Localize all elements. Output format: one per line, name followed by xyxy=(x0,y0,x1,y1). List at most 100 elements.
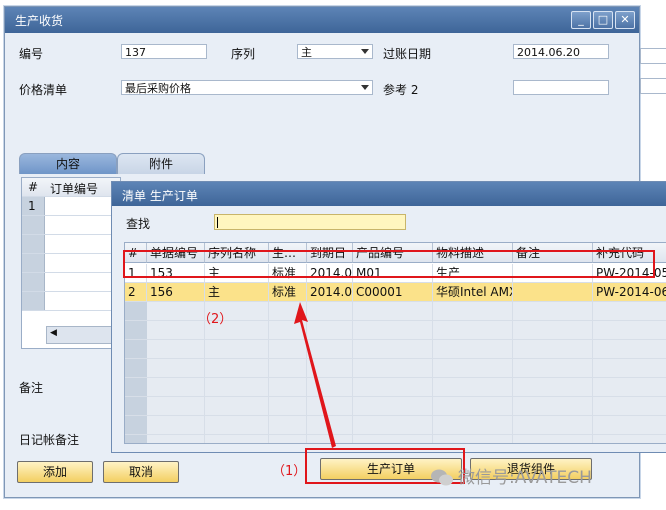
table-row[interactable] xyxy=(22,235,120,254)
posting-date-field[interactable]: 2014.06.20 xyxy=(513,44,609,59)
cell-product: C00001 xyxy=(353,283,433,301)
empty-cell xyxy=(433,359,513,377)
watermark-text: 微信号:AVATECH xyxy=(458,468,592,488)
window-title-bar: 生产收货 _ □ ✕ xyxy=(5,7,639,33)
empty-cell xyxy=(125,397,148,415)
row-number: 1 xyxy=(28,199,36,213)
table-row-selected[interactable]: 2 156 主 标准 2014.0( C00001 华硕Intel AMX PW… xyxy=(125,283,666,302)
table-row[interactable] xyxy=(22,292,120,311)
cell-num: 2 xyxy=(125,283,147,301)
empty-cell xyxy=(593,302,666,320)
cell-status: 标准 xyxy=(269,283,307,301)
dialog-title-bar: 清单 生产订单 xyxy=(112,182,666,206)
dialog-title: 清单 生产订单 xyxy=(122,189,198,203)
cell-doc: 156 xyxy=(147,283,205,301)
table-row[interactable] xyxy=(125,435,666,443)
empty-cell xyxy=(353,416,433,434)
series-dropdown[interactable]: 主 xyxy=(297,44,373,59)
side-field[interactable] xyxy=(640,78,666,94)
empty-cell xyxy=(147,435,205,443)
items-grid: # 订单编号 1 ◀ xyxy=(21,177,121,349)
grid-header: # 订单编号 xyxy=(22,178,120,197)
close-icon[interactable]: ✕ xyxy=(615,11,635,29)
arrow-icon xyxy=(294,302,336,448)
empty-cell xyxy=(513,340,593,358)
empty-cell xyxy=(353,340,433,358)
production-order-list-dialog: 清单 生产订单 查找 # 单据编号 序列名称 生… 到期日 产品编号 物料描述 … xyxy=(111,181,666,453)
search-input[interactable] xyxy=(214,214,406,230)
empty-cell xyxy=(353,359,433,377)
empty-cell xyxy=(125,302,148,320)
number-field[interactable]: 137 xyxy=(121,44,207,59)
empty-cell xyxy=(593,340,666,358)
cell-series: 主 xyxy=(205,283,269,301)
empty-cell xyxy=(593,397,666,415)
empty-cell xyxy=(433,397,513,415)
empty-cell xyxy=(513,397,593,415)
empty-cell xyxy=(205,435,269,443)
tab-attachments[interactable]: 附件 xyxy=(117,153,205,174)
price-list-value: 最后采购价格 xyxy=(125,82,191,95)
number-label: 编号 xyxy=(19,47,44,61)
grid-header-order-no: 订单编号 xyxy=(50,182,99,196)
tab-contents[interactable]: 内容 xyxy=(19,153,117,174)
search-label: 查找 xyxy=(126,217,151,231)
empty-cell xyxy=(125,378,148,396)
empty-cell xyxy=(433,435,513,443)
table-row[interactable]: 1 xyxy=(22,197,120,216)
chevron-down-icon xyxy=(361,85,369,90)
minimize-icon[interactable]: _ xyxy=(571,11,591,29)
empty-cell xyxy=(147,321,205,339)
table-row[interactable] xyxy=(22,254,120,273)
empty-cell xyxy=(513,359,593,377)
chevron-down-icon xyxy=(361,49,369,54)
empty-cell xyxy=(205,397,269,415)
add-button[interactable]: 添加 xyxy=(17,461,93,483)
empty-cell xyxy=(593,416,666,434)
table-row[interactable] xyxy=(125,378,666,397)
maximize-icon[interactable]: □ xyxy=(593,11,613,29)
empty-cell xyxy=(147,416,205,434)
empty-cell xyxy=(125,435,148,443)
empty-cell xyxy=(353,302,433,320)
empty-cell xyxy=(125,321,148,339)
series-value: 主 xyxy=(301,46,312,59)
table-row[interactable] xyxy=(125,340,666,359)
empty-cell xyxy=(593,321,666,339)
horizontal-scrollbar[interactable]: ◀ xyxy=(46,326,118,344)
cell-remark xyxy=(513,283,593,301)
empty-cell xyxy=(353,321,433,339)
side-field[interactable] xyxy=(640,48,666,64)
grid-header-rownum: # xyxy=(28,180,39,194)
price-list-dropdown[interactable]: 最后采购价格 xyxy=(121,80,373,95)
remarks-label: 备注 xyxy=(19,381,44,395)
empty-cell xyxy=(147,302,205,320)
empty-cell xyxy=(513,302,593,320)
empty-cell xyxy=(433,321,513,339)
empty-cell xyxy=(353,397,433,415)
cell-code: PW-2014-06- xyxy=(593,283,666,301)
wechat-icon xyxy=(431,469,453,486)
table-row[interactable] xyxy=(125,416,666,435)
annotation-label-2: （2） xyxy=(198,312,233,327)
window-title: 生产收货 xyxy=(15,14,64,28)
table-row[interactable] xyxy=(22,273,120,292)
ref2-field[interactable] xyxy=(513,80,609,95)
text-caret xyxy=(217,217,218,228)
empty-cell xyxy=(593,359,666,377)
empty-cell xyxy=(513,416,593,434)
scroll-left-icon[interactable]: ◀ xyxy=(50,328,57,338)
series-label: 序列 xyxy=(231,47,256,61)
table-row[interactable] xyxy=(125,397,666,416)
table-row[interactable] xyxy=(125,359,666,378)
annotation-label-1: （1） xyxy=(272,464,307,479)
empty-cell xyxy=(205,340,269,358)
empty-cell xyxy=(513,435,593,443)
cell-desc: 华硕Intel AMX xyxy=(433,283,513,301)
table-row[interactable] xyxy=(22,216,120,235)
empty-cell xyxy=(147,397,205,415)
empty-cell xyxy=(433,340,513,358)
cancel-button[interactable]: 取消 xyxy=(103,461,179,483)
empty-cell xyxy=(433,378,513,396)
empty-cell xyxy=(593,435,666,443)
